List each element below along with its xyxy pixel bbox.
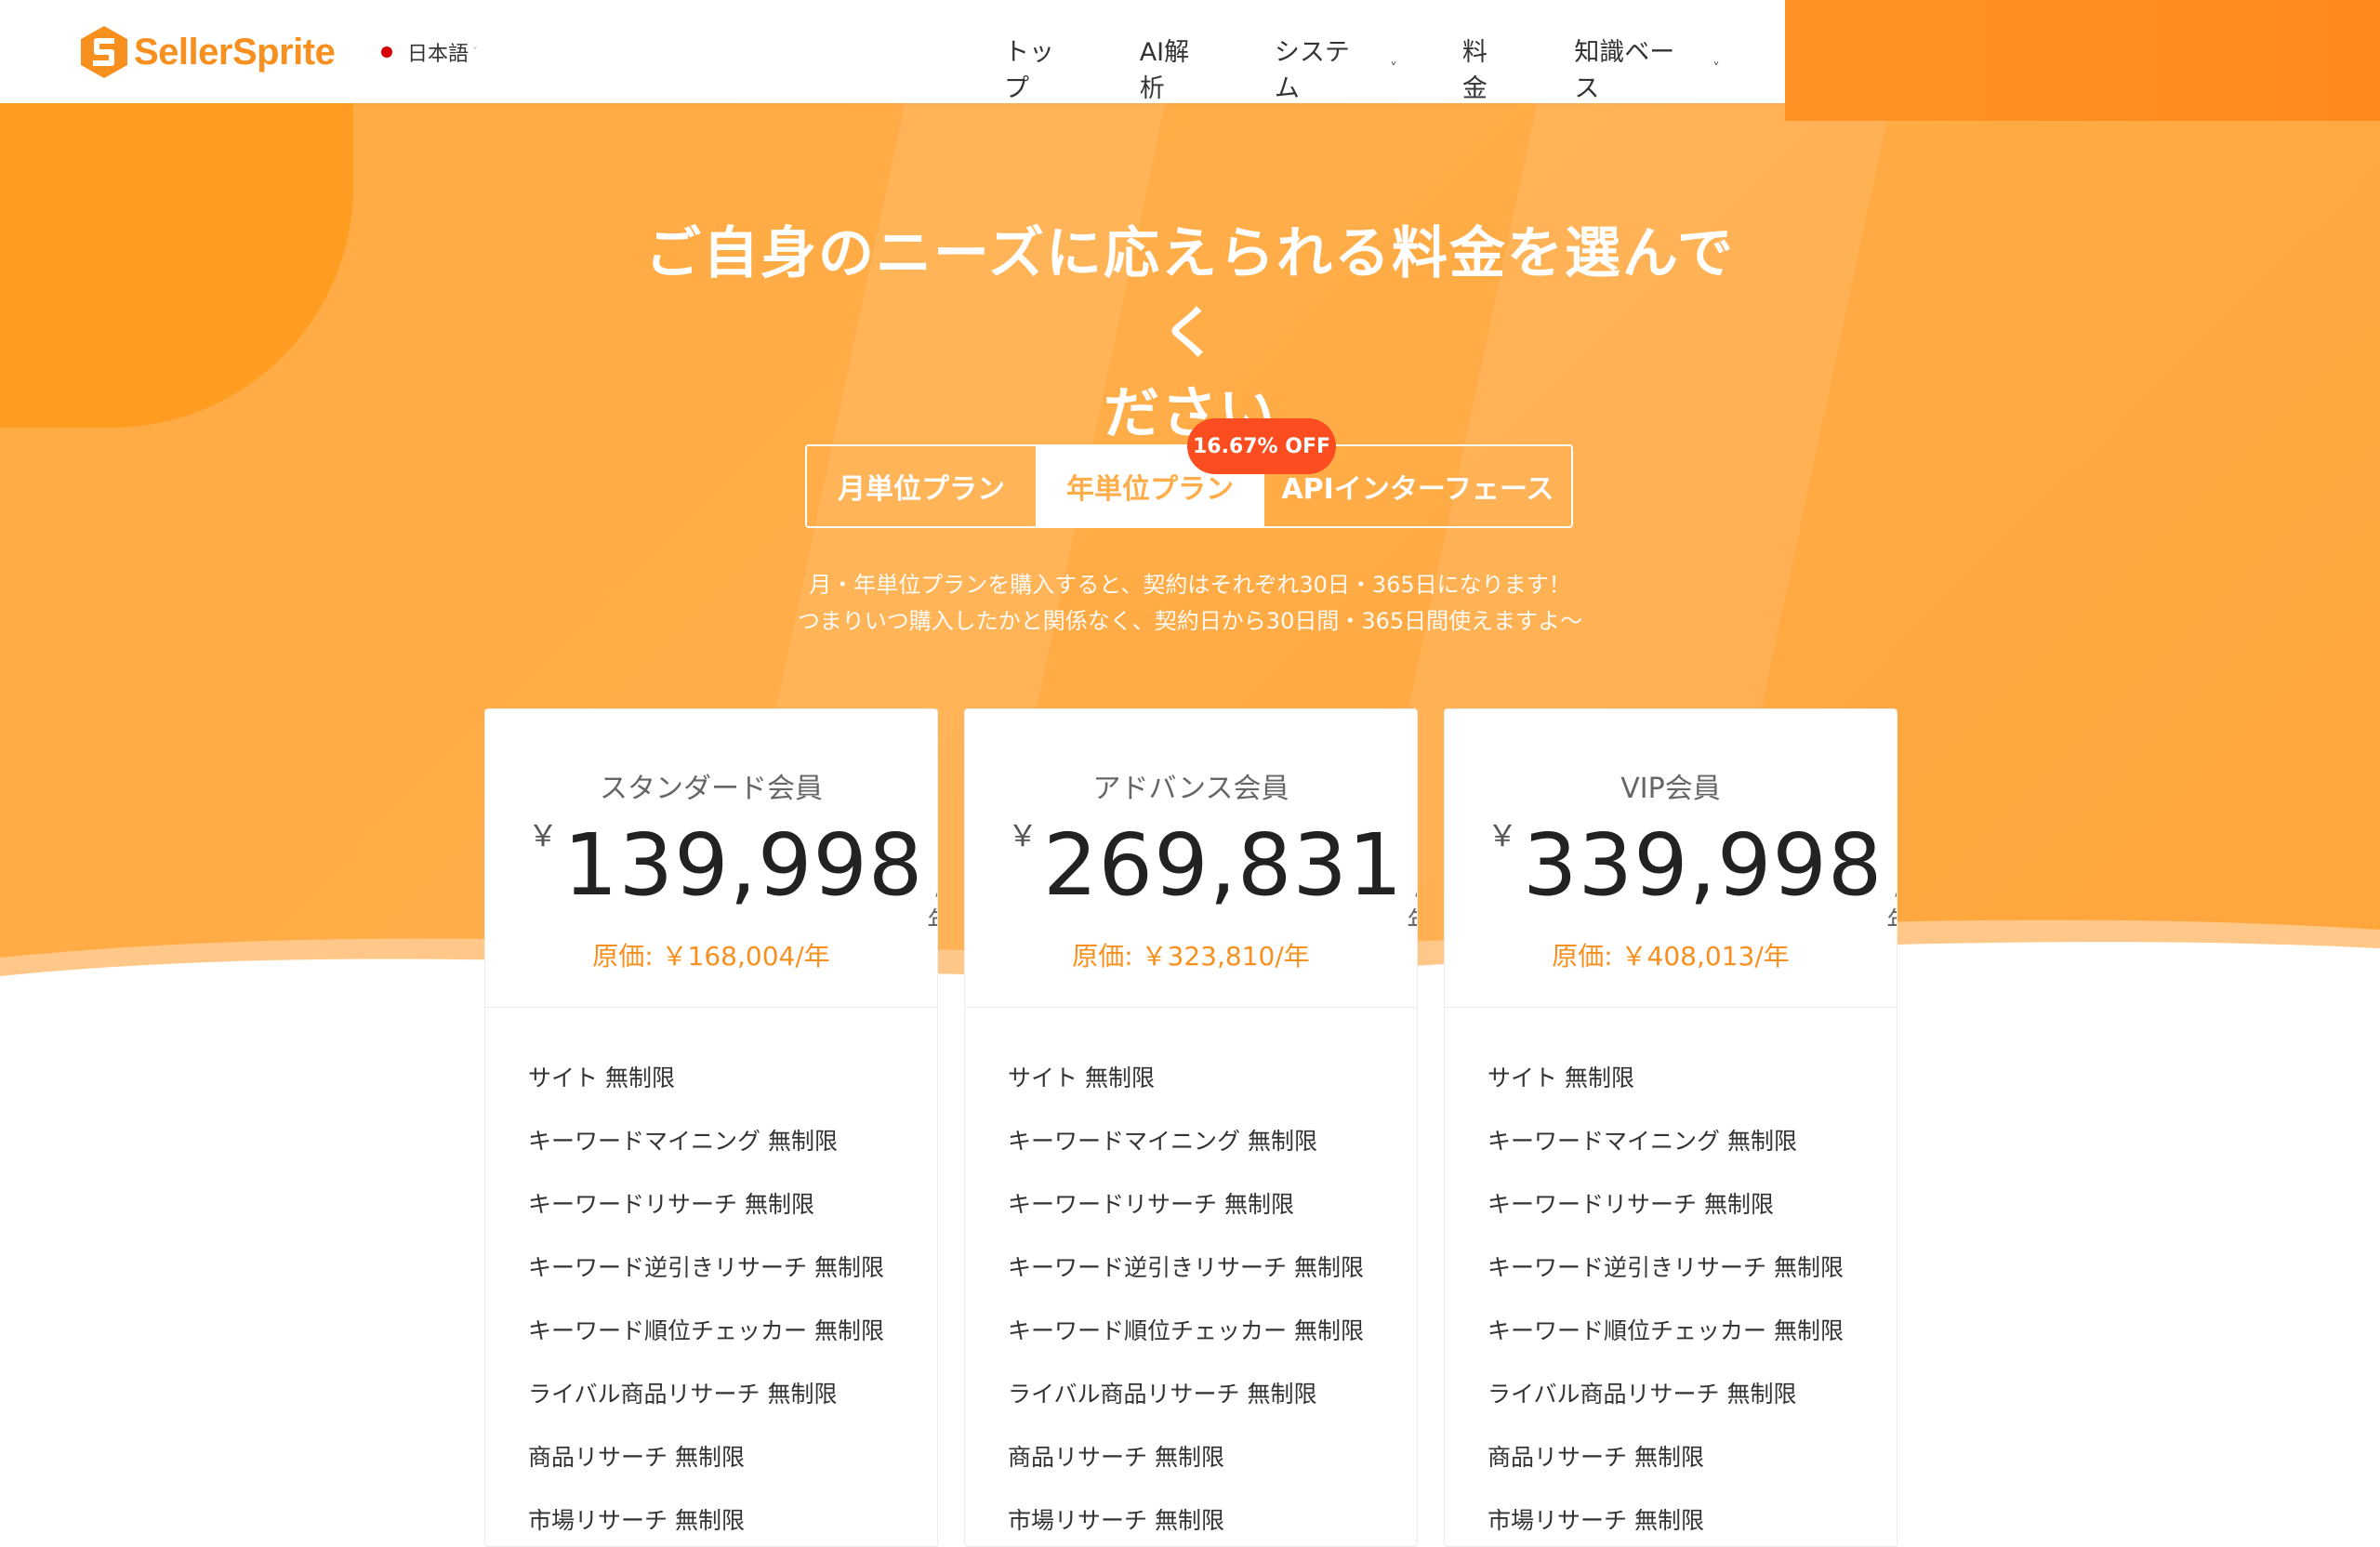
list-item: キーワード順位チェッカー 無制限 — [1008, 1317, 1364, 1344]
plan-price: ￥ 139,998 /年 — [528, 815, 937, 937]
brand-name: SellerSprite — [134, 31, 336, 73]
plan-note-line: 月・年単位プランを購入すると、契約はそれぞれ30日・365日になります！ — [809, 572, 1571, 598]
nav-item-ai-analysis[interactable]: AI解析 — [1140, 32, 1210, 104]
list-item: 商品リサーチ 無制限 — [528, 1444, 745, 1471]
price-period: /年 — [1407, 872, 1417, 937]
plan-name: スタンダード会員 — [600, 773, 823, 805]
currency-symbol: ￥ — [1008, 818, 1038, 853]
list-item: 商品リサーチ 無制限 — [1488, 1444, 1704, 1471]
language-label: 日本語 — [407, 43, 469, 66]
feature-list: サイト 無制限 キーワードマイニング 無制限 キーワードリサーチ 無制限 キーワ… — [485, 1008, 937, 1538]
chevron-down-icon: ˅ — [472, 46, 479, 59]
original-price: 原価: ￥408,013/年 — [1552, 941, 1790, 972]
plan-name: アドバンス会員 — [1092, 773, 1289, 805]
discount-badge: 16.67% OFF — [1187, 418, 1336, 474]
decor-corner — [1785, 0, 2380, 121]
list-item: 商品リサーチ 無制限 — [1008, 1444, 1224, 1471]
language-selector[interactable]: 日本語 ˅ — [381, 37, 478, 67]
top-navbar: SellerSprite 日本語 ˅ トップ AI解析 システム ˅ 料金 知識… — [0, 0, 1785, 103]
list-item: キーワード逆引きリサーチ 無制限 — [1488, 1254, 1844, 1281]
plan-card-header: VIP会員 ￥ 339,998 /年 原価: ￥408,013/年 — [1445, 709, 1897, 1008]
nav-item-label: 料金 — [1461, 38, 1488, 103]
nav-item-knowledge-base[interactable]: 知識ベース ˅ — [1574, 32, 1720, 104]
list-item: ライバル商品リサーチ 無制限 — [528, 1381, 838, 1408]
nav-item-system[interactable]: システム ˅ — [1275, 32, 1397, 104]
currency-symbol: ￥ — [528, 818, 559, 853]
list-item: サイト 無制限 — [1488, 1064, 1634, 1091]
plan-price: ￥ 269,831 /年 — [1008, 815, 1417, 937]
list-item: サイト 無制限 — [1008, 1064, 1155, 1091]
list-item: キーワードマイニング 無制限 — [1488, 1128, 1797, 1155]
nav-item-label: システム — [1274, 38, 1350, 103]
nav-item-label: AI解析 — [1139, 38, 1190, 103]
plan-card-header: スタンダード会員 ￥ 139,998 /年 原価: ￥168,004/年 — [485, 709, 937, 1008]
list-item: キーワード順位チェッカー 無制限 — [528, 1317, 884, 1344]
list-item: ライバル商品リサーチ 無制限 — [1008, 1381, 1317, 1408]
plan-card-advance[interactable]: アドバンス会員 ￥ 269,831 /年 原価: ￥323,810/年 サイト … — [964, 708, 1418, 1547]
list-item: サイト 無制限 — [528, 1064, 675, 1091]
original-price: 原価: ￥323,810/年 — [1072, 941, 1310, 972]
plan-note-line: つまりいつ購入したかと関係なく、契約日から30日間・365日間使えますよ～ — [797, 608, 1583, 634]
price-amount: 269,831 — [1043, 815, 1404, 915]
plan-price: ￥ 339,998 /年 — [1488, 815, 1897, 937]
plan-note: 月・年単位プランを購入すると、契約はそれぞれ30日・365日になります！ つまり… — [632, 567, 1748, 640]
list-item: ライバル商品リサーチ 無制限 — [1488, 1381, 1797, 1408]
feature-list: サイト 無制限 キーワードマイニング 無制限 キーワードリサーチ 無制限 キーワ… — [1445, 1008, 1897, 1538]
price-period: /年 — [1886, 872, 1897, 937]
list-item: 市場リサーチ 無制限 — [528, 1507, 745, 1534]
nav-item-label: トップ — [1004, 38, 1054, 103]
list-item: キーワードリサーチ 無制限 — [1008, 1191, 1294, 1218]
plan-card-standard[interactable]: スタンダード会員 ￥ 139,998 /年 原価: ￥168,004/年 サイト… — [484, 708, 938, 1547]
chevron-down-icon: ˅ — [1389, 59, 1397, 77]
list-item: キーワードマイニング 無制限 — [1008, 1128, 1317, 1155]
list-item: キーワードリサーチ 無制限 — [528, 1191, 814, 1218]
currency-symbol: ￥ — [1488, 818, 1518, 853]
nav-item-label: 知識ベース — [1574, 38, 1675, 103]
nav-item-top[interactable]: トップ — [1004, 32, 1075, 104]
list-item: キーワードリサーチ 無制限 — [1488, 1191, 1774, 1218]
plan-name: VIP会員 — [1620, 773, 1721, 805]
feature-list: サイト 無制限 キーワードマイニング 無制限 キーワードリサーチ 無制限 キーワ… — [965, 1008, 1417, 1538]
list-item: キーワード逆引きリサーチ 無制限 — [528, 1254, 884, 1281]
chevron-down-icon: ˅ — [1712, 59, 1720, 77]
logo[interactable]: SellerSprite — [80, 25, 336, 79]
list-item: キーワード逆引きリサーチ 無制限 — [1008, 1254, 1364, 1281]
page-title: ご自身のニーズに応えられる料金を選んでく ださい — [632, 214, 1748, 454]
original-price: 原価: ￥168,004/年 — [592, 941, 830, 972]
brand-logo-icon — [81, 26, 127, 78]
main-menu: トップ AI解析 システム ˅ 料金 知識ベース ˅ — [1004, 32, 1785, 104]
plan-card-header: アドバンス会員 ￥ 269,831 /年 原価: ￥323,810/年 — [965, 709, 1417, 1008]
price-period: /年 — [927, 872, 937, 937]
list-item: キーワード順位チェッカー 無制限 — [1488, 1317, 1844, 1344]
japan-flag-icon — [381, 46, 392, 58]
page-title-line: ご自身のニーズに応えられる料金を選んでく — [645, 221, 1735, 366]
nav-item-pricing[interactable]: 料金 — [1462, 32, 1509, 104]
price-amount: 339,998 — [1523, 815, 1884, 915]
tab-monthly-plan[interactable]: 月単位プラン — [807, 446, 1036, 526]
list-item: 市場リサーチ 無制限 — [1488, 1507, 1704, 1534]
list-item: キーワードマイニング 無制限 — [528, 1128, 838, 1155]
plan-card-vip[interactable]: VIP会員 ￥ 339,998 /年 原価: ￥408,013/年 サイト 無制… — [1444, 708, 1897, 1547]
price-amount: 139,998 — [563, 815, 924, 915]
list-item: 市場リサーチ 無制限 — [1008, 1507, 1224, 1534]
